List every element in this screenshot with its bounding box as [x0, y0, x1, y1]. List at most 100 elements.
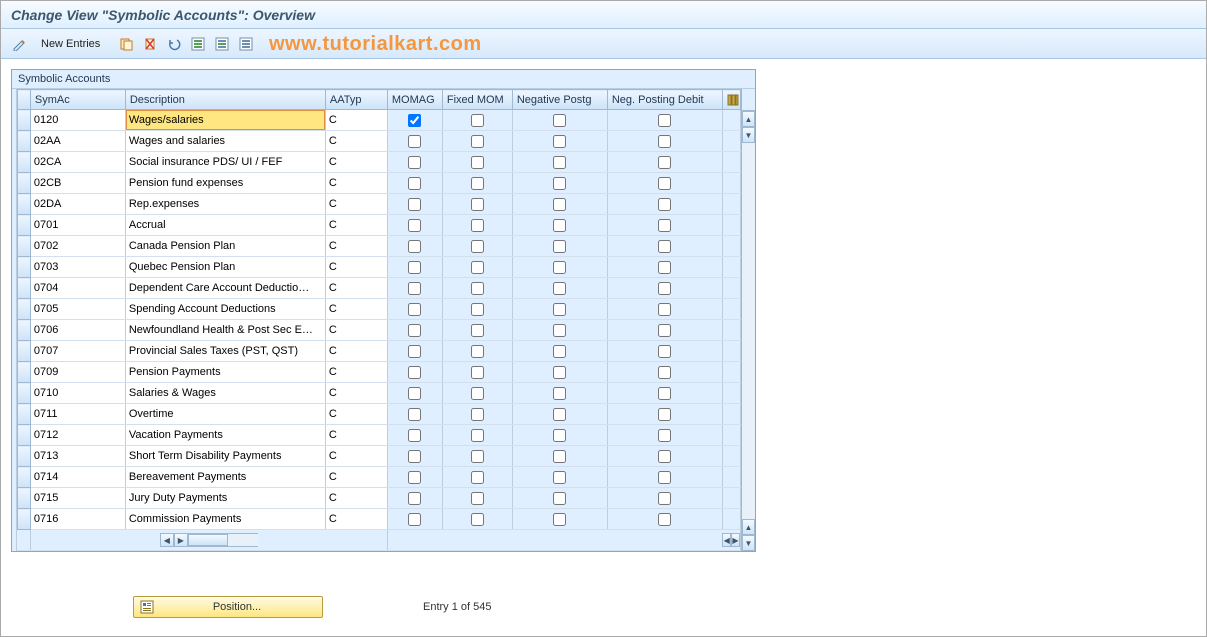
symac-input[interactable]	[31, 110, 125, 130]
fixed-mom-checkbox[interactable]	[471, 366, 484, 379]
row-selector[interactable]	[17, 110, 30, 131]
fixed-mom-checkbox[interactable]	[471, 471, 484, 484]
momag-checkbox[interactable]	[408, 492, 421, 505]
scroll-right-icon[interactable]: ▶	[174, 533, 188, 547]
col-aatyp[interactable]: AATyp	[325, 90, 387, 110]
neg-posting-debit-checkbox[interactable]	[658, 198, 671, 211]
symac-input[interactable]	[31, 299, 125, 319]
negative-postg-checkbox[interactable]	[553, 492, 566, 505]
row-selector[interactable]	[17, 488, 30, 509]
momag-checkbox[interactable]	[408, 240, 421, 253]
aatyp-input[interactable]	[326, 383, 387, 403]
row-selector[interactable]	[17, 131, 30, 152]
scroll-right-icon[interactable]: ▶	[731, 533, 740, 547]
momag-checkbox[interactable]	[408, 177, 421, 190]
symac-input[interactable]	[31, 257, 125, 277]
horizontal-scroll-left[interactable]: ◀ ▶	[31, 532, 387, 548]
fixed-mom-checkbox[interactable]	[471, 114, 484, 127]
symac-input[interactable]	[31, 341, 125, 361]
select-all-icon[interactable]	[188, 34, 208, 54]
neg-posting-debit-checkbox[interactable]	[658, 429, 671, 442]
col-fixed-mom[interactable]: Fixed MOM	[442, 90, 512, 110]
aatyp-input[interactable]	[326, 152, 387, 172]
description-input[interactable]	[126, 215, 325, 235]
aatyp-input[interactable]	[326, 341, 387, 361]
aatyp-input[interactable]	[326, 488, 387, 508]
description-input[interactable]	[126, 383, 325, 403]
scroll-down-icon[interactable]: ▼	[742, 535, 755, 551]
symac-input[interactable]	[31, 236, 125, 256]
momag-checkbox[interactable]	[408, 408, 421, 421]
description-input[interactable]	[126, 236, 325, 256]
symac-input[interactable]	[31, 383, 125, 403]
description-input[interactable]	[126, 131, 325, 151]
neg-posting-debit-checkbox[interactable]	[658, 261, 671, 274]
aatyp-input[interactable]	[326, 446, 387, 466]
symac-input[interactable]	[31, 152, 125, 172]
copy-as-icon[interactable]	[116, 34, 136, 54]
neg-posting-debit-checkbox[interactable]	[658, 450, 671, 463]
neg-posting-debit-checkbox[interactable]	[658, 240, 671, 253]
negative-postg-checkbox[interactable]	[553, 345, 566, 358]
vertical-scrollbar[interactable]: ▲ ▼ ▲ ▼	[741, 89, 755, 551]
neg-posting-debit-checkbox[interactable]	[658, 366, 671, 379]
description-input[interactable]	[126, 278, 325, 298]
negative-postg-checkbox[interactable]	[553, 366, 566, 379]
description-input[interactable]	[126, 509, 325, 529]
symac-input[interactable]	[31, 194, 125, 214]
description-input[interactable]	[126, 320, 325, 340]
row-selector[interactable]	[17, 341, 30, 362]
neg-posting-debit-checkbox[interactable]	[658, 282, 671, 295]
undo-icon[interactable]	[164, 34, 184, 54]
row-selector[interactable]	[17, 194, 30, 215]
aatyp-input[interactable]	[326, 257, 387, 277]
negative-postg-checkbox[interactable]	[553, 387, 566, 400]
aatyp-input[interactable]	[326, 194, 387, 214]
negative-postg-checkbox[interactable]	[553, 135, 566, 148]
negative-postg-checkbox[interactable]	[553, 282, 566, 295]
neg-posting-debit-checkbox[interactable]	[658, 408, 671, 421]
row-selector[interactable]	[17, 299, 30, 320]
momag-checkbox[interactable]	[408, 114, 421, 127]
aatyp-input[interactable]	[326, 278, 387, 298]
neg-posting-debit-checkbox[interactable]	[658, 135, 671, 148]
negative-postg-checkbox[interactable]	[553, 450, 566, 463]
configure-columns-icon[interactable]	[722, 90, 740, 110]
momag-checkbox[interactable]	[408, 282, 421, 295]
description-input[interactable]	[126, 404, 325, 424]
description-input[interactable]	[126, 488, 325, 508]
neg-posting-debit-checkbox[interactable]	[658, 513, 671, 526]
symac-input[interactable]	[31, 320, 125, 340]
momag-checkbox[interactable]	[408, 471, 421, 484]
row-selector-header[interactable]	[17, 90, 30, 110]
fixed-mom-checkbox[interactable]	[471, 450, 484, 463]
fixed-mom-checkbox[interactable]	[471, 261, 484, 274]
negative-postg-checkbox[interactable]	[553, 408, 566, 421]
negative-postg-checkbox[interactable]	[553, 303, 566, 316]
description-input[interactable]	[126, 467, 325, 487]
col-negative-postg[interactable]: Negative Postg	[512, 90, 607, 110]
aatyp-input[interactable]	[326, 467, 387, 487]
row-selector[interactable]	[17, 404, 30, 425]
horizontal-scroll-right[interactable]: ◀ ▶	[722, 532, 740, 548]
description-input[interactable]	[126, 299, 325, 319]
aatyp-input[interactable]	[326, 362, 387, 382]
neg-posting-debit-checkbox[interactable]	[658, 303, 671, 316]
row-selector[interactable]	[17, 215, 30, 236]
momag-checkbox[interactable]	[408, 450, 421, 463]
scroll-up-icon[interactable]: ▲	[742, 111, 755, 127]
momag-checkbox[interactable]	[408, 303, 421, 316]
neg-posting-debit-checkbox[interactable]	[658, 471, 671, 484]
deselect-all-icon[interactable]	[236, 34, 256, 54]
negative-postg-checkbox[interactable]	[553, 198, 566, 211]
momag-checkbox[interactable]	[408, 261, 421, 274]
row-selector[interactable]	[17, 257, 30, 278]
momag-checkbox[interactable]	[408, 366, 421, 379]
aatyp-input[interactable]	[326, 173, 387, 193]
col-symac[interactable]: SymAc	[30, 90, 125, 110]
aatyp-input[interactable]	[326, 509, 387, 529]
scroll-left-icon[interactable]: ◀	[722, 533, 731, 547]
negative-postg-checkbox[interactable]	[553, 114, 566, 127]
description-input[interactable]	[126, 173, 325, 193]
negative-postg-checkbox[interactable]	[553, 324, 566, 337]
